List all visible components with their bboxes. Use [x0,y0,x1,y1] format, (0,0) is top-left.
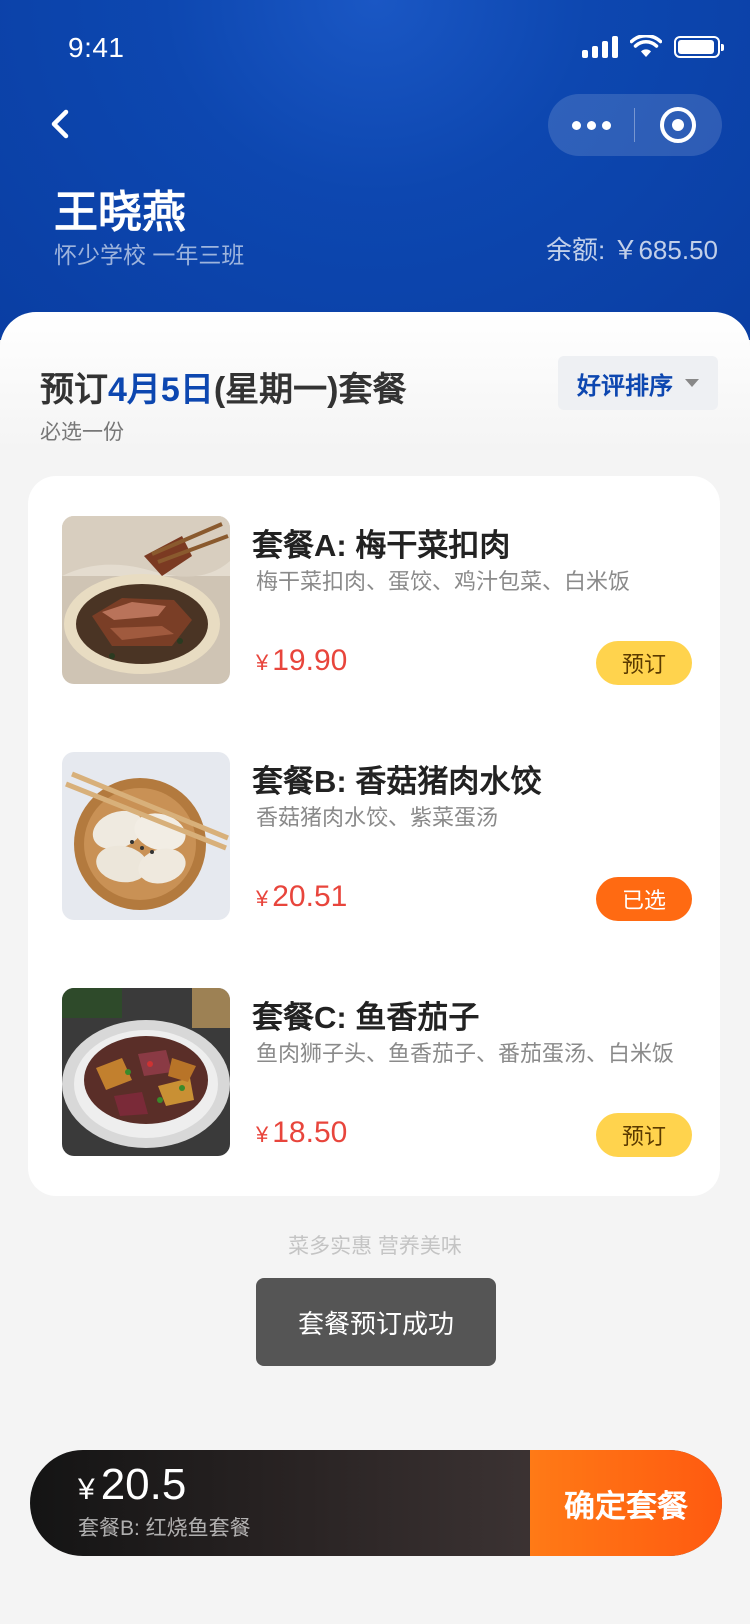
meal-price-value: 18.50 [272,1116,348,1149]
currency-symbol: ¥ [78,1473,95,1506]
selected-package: 套餐B: 红烧鱼套餐 [78,1517,251,1540]
battery-icon [674,36,724,58]
status-time: 9:41 [68,32,125,63]
wifi-icon [630,35,662,57]
meal-item: 套餐B: 香菇猪肉水饺 香菇猪肉水饺、紫菜蛋汤 ¥20.51 已选 [62,752,692,921]
user-name: 王晓燕 [54,188,186,237]
plan-title-suffix: (星期一)套餐 [213,371,407,409]
meal-price: ¥18.50 [256,1116,347,1150]
book-button[interactable]: 预订 [596,641,692,685]
meal-description: 梅干菜扣肉、蛋饺、鸡汁包菜、白米饭 [256,569,631,594]
meal-price-value: 20.51 [272,880,348,913]
meal-name: 套餐C: 鱼香茄子 [252,1000,480,1035]
plan-subtitle: 必选一份 [40,421,124,444]
more-options-icon[interactable] [548,94,634,156]
meal-list-card: 套餐A: 梅干菜扣肉 梅干菜扣肉、蛋饺、鸡汁包菜、白米饭 ¥19.90 预订 套… [28,476,720,1196]
chevron-down-icon [685,379,699,387]
dumplings-photo [62,752,230,920]
account-balance: 余额: ￥685.50 [546,230,718,267]
braised-pork-photo [62,516,230,684]
success-toast: 套餐预订成功 [256,1278,496,1366]
order-total-value: 20.5 [100,1460,187,1509]
balance-label: 余额: [546,235,606,265]
back-button[interactable] [44,104,80,144]
status-icons [582,34,724,60]
eggplant-photo [62,988,230,1156]
meal-description: 香菇猪肉水饺、紫菜蛋汤 [256,805,499,830]
plan-title-date: 4月5日 [108,371,214,409]
meal-description: 鱼肉狮子头、鱼香茄子、番茄蛋汤、白米饭 [256,1041,675,1066]
cellular-signal-icon [582,36,618,58]
plan-title: 预订4月5日(星期一)套餐 [40,362,406,411]
close-mini-program-icon[interactable] [635,94,721,156]
selected-button[interactable]: 已选 [596,877,692,921]
meal-item: 套餐A: 梅干菜扣肉 梅干菜扣肉、蛋饺、鸡汁包菜、白米饭 ¥19.90 预订 [62,516,692,685]
user-school-class: 怀少学校 一年三班 [54,242,245,268]
meal-price: ¥20.51 [256,880,347,914]
meal-item: 套餐C: 鱼香茄子 鱼肉狮子头、鱼香茄子、番茄蛋汤、白米饭 ¥18.50 预订 [62,988,692,1157]
sort-dropdown[interactable]: 好评排序 [558,356,718,410]
checkout-bar: ¥20.5 套餐B: 红烧鱼套餐 确定套餐 [30,1450,722,1556]
sort-label: 好评排序 [577,372,673,400]
meal-name: 套餐A: 梅干菜扣肉 [252,528,511,563]
meal-name: 套餐B: 香菇猪肉水饺 [252,764,542,799]
balance-value: ￥685.50 [612,235,718,265]
plan-title-prefix: 预订 [40,371,108,409]
meal-price-value: 19.90 [272,644,348,677]
currency-symbol: ¥ [256,1122,269,1147]
header: 9:41 王晓燕 怀少学校 一年三班 余额: ￥685.50 [0,0,750,340]
confirm-package-button[interactable]: 确定套餐 [530,1450,722,1556]
order-total: ¥20.5 [78,1460,186,1510]
mini-program-capsule [548,94,722,156]
currency-symbol: ¥ [256,886,269,911]
book-button[interactable]: 预订 [596,1113,692,1157]
meal-price: ¥19.90 [256,644,347,678]
currency-symbol: ¥ [256,650,269,675]
slogan: 菜多实惠 营养美味 [288,1235,462,1258]
status-bar: 9:41 [0,0,750,96]
